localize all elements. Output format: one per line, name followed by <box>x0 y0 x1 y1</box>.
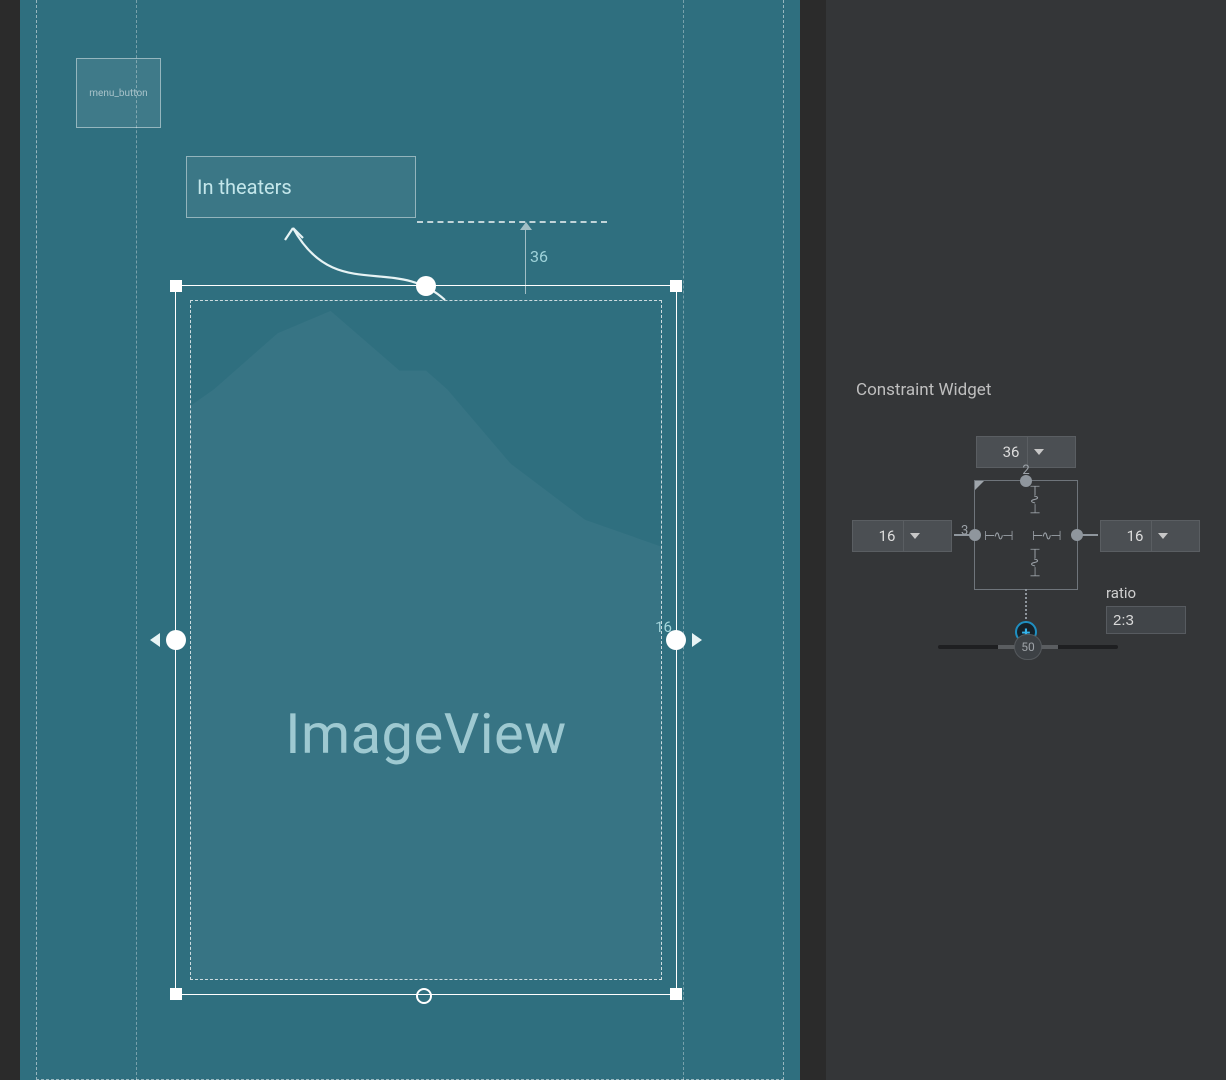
resize-handle-top-right[interactable] <box>670 280 682 292</box>
bias-knob[interactable]: 50 <box>1014 634 1042 660</box>
horizontal-bias-slider[interactable]: 50 <box>938 636 1118 658</box>
margin-right-input[interactable]: 16 <box>1100 520 1200 552</box>
constraint-widget-heading: Constraint Widget <box>826 380 1226 400</box>
margin-right-dropdown[interactable] <box>1151 521 1173 551</box>
constraint-anchor-left[interactable] <box>166 630 186 650</box>
imageview-placeholder: ImageView <box>190 300 662 980</box>
margin-top-dropdown[interactable] <box>1027 437 1049 467</box>
inner-anchor-left[interactable] <box>969 529 981 541</box>
chevron-down-icon <box>1158 533 1168 539</box>
menu-button-label: menu_button <box>89 88 147 99</box>
resize-handle-top-left[interactable] <box>170 280 182 292</box>
title-textview[interactable]: In theaters <box>186 156 416 218</box>
ratio-label: ratio <box>1106 584 1186 602</box>
resize-handle-bottom-left[interactable] <box>170 988 182 1000</box>
margin-top-value: 36 <box>1003 443 1020 461</box>
top-margin-label: 36 <box>530 247 548 266</box>
bottom-unconstrained-line <box>1025 589 1027 623</box>
inner-anchor-right[interactable] <box>1071 529 1083 541</box>
constraint-widget[interactable]: 36 16 16 2 3 + ⊢∿⊣ ⊢∿⊣ ⊢∿⊣ ⊢∿⊣ ratio <box>846 436 1206 716</box>
margin-left-dropdown[interactable] <box>903 521 925 551</box>
horizontal-size-indicator-right: ⊢∿⊣ <box>1032 529 1060 544</box>
chevron-down-icon <box>1034 449 1044 455</box>
horizontal-size-indicator-left: ⊢∿⊣ <box>984 529 1012 544</box>
bias-value: 50 <box>1021 640 1035 654</box>
side-margin-label: 16 <box>655 618 672 636</box>
imageview-selection[interactable]: ImageView 16 <box>170 280 682 1000</box>
vertical-size-indicator-top: ⊢∿⊣ <box>1026 485 1041 513</box>
title-text: In theaters <box>197 175 292 199</box>
ratio-height-number: 3 <box>961 523 968 538</box>
constraint-anchor-bottom[interactable] <box>416 988 432 1004</box>
expand-right-icon <box>692 633 702 647</box>
placeholder-mountain-icon <box>190 300 662 669</box>
vertical-size-indicator-bottom: ⊢∿⊣ <box>1026 548 1041 576</box>
imageview-label: ImageView <box>191 701 661 767</box>
chevron-down-icon <box>910 533 920 539</box>
attributes-panel: Constraint Widget 36 16 16 2 3 + ⊢∿⊣ ⊢∿⊣… <box>826 0 1226 1080</box>
constraint-anchor-top[interactable] <box>416 276 436 296</box>
ratio-input[interactable] <box>1106 606 1186 634</box>
margin-left-input[interactable]: 16 <box>852 520 952 552</box>
expand-left-icon <box>150 633 160 647</box>
resize-handle-bottom-right[interactable] <box>670 988 682 1000</box>
layout-editor-canvas[interactable]: menu_button In theaters 36 ImageView 16 <box>20 0 800 1080</box>
menu-button-view[interactable]: menu_button <box>76 58 161 128</box>
margin-right-value: 16 <box>1127 527 1144 545</box>
ratio-field: ratio <box>1106 584 1186 634</box>
margin-left-value: 16 <box>879 527 896 545</box>
